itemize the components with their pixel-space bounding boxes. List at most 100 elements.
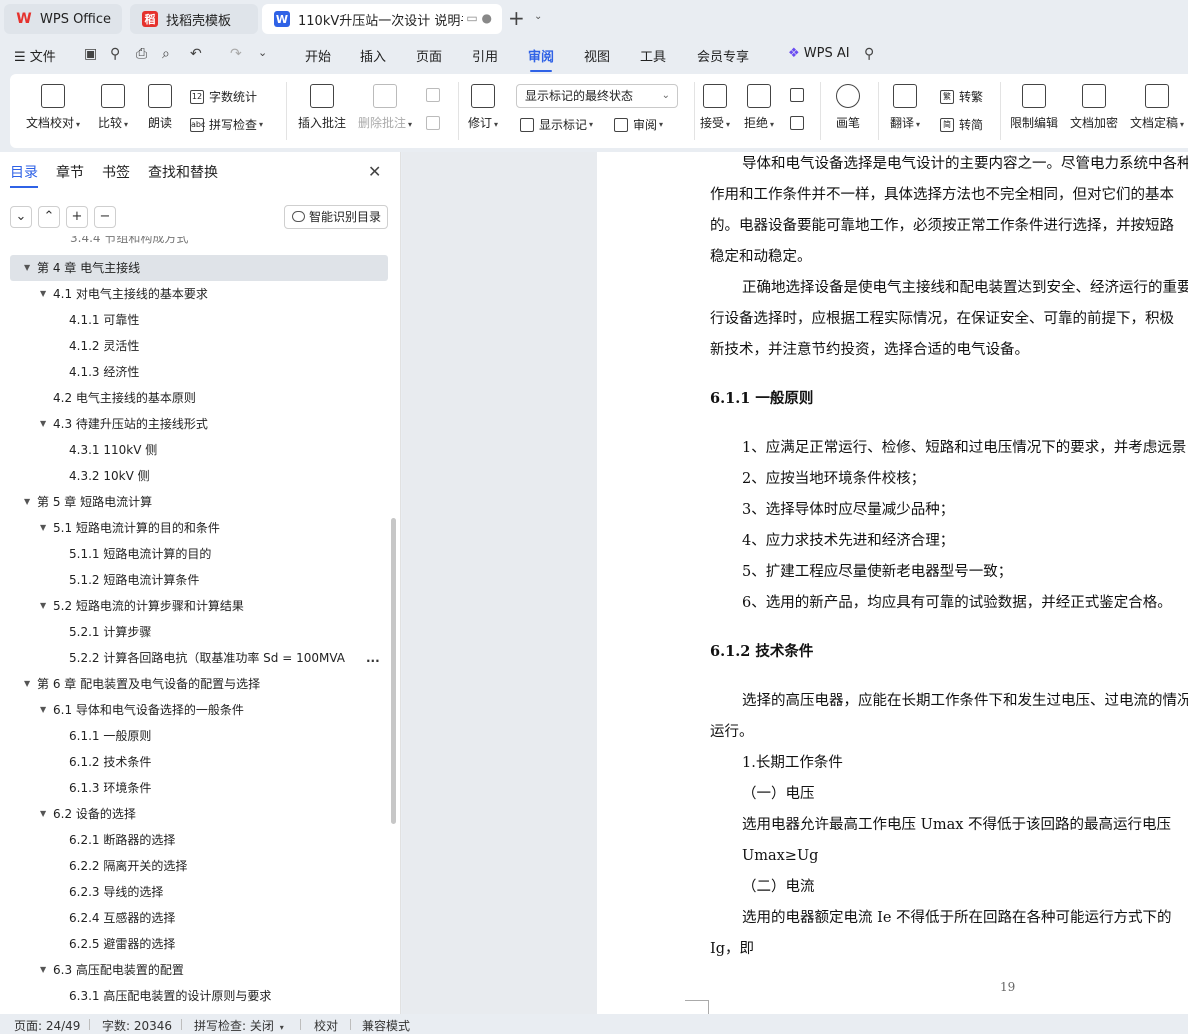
menu-view[interactable]: 视图 bbox=[584, 46, 610, 65]
toc-item[interactable]: ▼ 4.1 对电气主接线的基本要求 bbox=[0, 281, 400, 307]
compare-button[interactable]: 比较 ▾ bbox=[98, 74, 128, 131]
toc-item[interactable]: 6.2.4 互感器的选择 bbox=[0, 905, 400, 931]
spell-check-indicator[interactable]: 拼写检查: 关闭 ▾ bbox=[194, 1017, 284, 1034]
page-indicator[interactable]: 页面: 24/49 bbox=[14, 1017, 80, 1034]
toc-item[interactable]: 6.2.3 导线的选择 bbox=[0, 879, 400, 905]
spell-check-button[interactable]: abc 拼写检查 ▾ bbox=[190, 116, 263, 133]
tab-find-replace[interactable]: 查找和替换 bbox=[148, 162, 218, 182]
tab-docer-templates[interactable]: 稻 找稻壳模板 bbox=[130, 4, 258, 34]
toc-item[interactable]: 5.2.1 计算步骤 bbox=[0, 619, 400, 645]
chevron-down-icon[interactable]: ⌄ bbox=[534, 11, 542, 22]
print-preview-icon[interactable]: ⌕ bbox=[162, 46, 170, 62]
close-icon[interactable]: ✕ bbox=[368, 162, 381, 181]
toc-item[interactable]: ▼ 6.1 导体和电气设备选择的一般条件 bbox=[0, 697, 400, 723]
show-markup-button[interactable]: 显示标记 ▾ bbox=[520, 116, 593, 133]
expand-triangle-icon[interactable]: ▼ bbox=[40, 957, 46, 983]
restrict-edit-button[interactable]: 限制编辑 bbox=[1010, 74, 1058, 131]
expand-triangle-icon[interactable]: ▼ bbox=[24, 255, 30, 281]
nav-scrollbar[interactable] bbox=[391, 518, 396, 824]
tab-sections[interactable]: 章节 bbox=[56, 162, 84, 182]
reject-button[interactable]: 拒绝 ▾ bbox=[744, 74, 774, 131]
word-count-button[interactable]: 12 字数统计 bbox=[190, 88, 257, 105]
translate-button[interactable]: 翻译 ▾ bbox=[890, 74, 920, 131]
markup-state-dropdown[interactable]: 显示标记的最终状态 ⌄ bbox=[516, 84, 678, 108]
next-change-icon[interactable] bbox=[790, 116, 809, 130]
tab-toc[interactable]: 目录 bbox=[10, 162, 38, 188]
search-icon[interactable]: ⚲ bbox=[864, 46, 874, 62]
toc-item[interactable]: 4.2 电气主接线的基本原则 bbox=[0, 385, 400, 411]
expand-triangle-icon[interactable]: ▼ bbox=[40, 697, 46, 723]
to-traditional-button[interactable]: 繁转繁 bbox=[940, 88, 983, 105]
toc-item[interactable]: 6.1.1 一般原则 bbox=[0, 723, 400, 749]
share-icon[interactable]: ⚲ bbox=[110, 46, 120, 62]
save-icon[interactable]: ▣ bbox=[84, 46, 97, 62]
toc-item[interactable]: 4.1.3 经济性 bbox=[0, 359, 400, 385]
menu-tools[interactable]: 工具 bbox=[640, 46, 666, 65]
review-pane-button[interactable]: 审阅 ▾ bbox=[614, 116, 663, 133]
add-heading-icon[interactable]: + bbox=[66, 206, 88, 228]
toc-item[interactable]: ▼ 第 5 章 短路电流计算 bbox=[0, 489, 400, 515]
toc-item[interactable]: ▼ 5.2 短路电流的计算步骤和计算结果 bbox=[0, 593, 400, 619]
toc-item[interactable]: ▼ 4.3 待建升压站的主接线形式 bbox=[0, 411, 400, 437]
tab-bookmarks[interactable]: 书签 bbox=[102, 162, 130, 182]
toc-item[interactable]: 4.1.1 可靠性 bbox=[0, 307, 400, 333]
pen-button[interactable]: 画笔 bbox=[836, 74, 860, 131]
doc-check-button[interactable]: 文档校对 ▾ bbox=[26, 74, 80, 131]
word-count-indicator[interactable]: 字数: 20346 bbox=[102, 1017, 172, 1034]
collapse-up-icon[interactable]: ⌃ bbox=[38, 206, 60, 228]
accept-button[interactable]: 接受 ▾ bbox=[700, 74, 730, 131]
redo-icon[interactable]: ↷ bbox=[230, 46, 242, 62]
finalize-button[interactable]: 文档定稿 ▾ bbox=[1130, 74, 1184, 131]
toc-item[interactable]: 4.3.1 110kV 侧 bbox=[0, 437, 400, 463]
smart-toc-button[interactable]: 智能识别目录 bbox=[284, 205, 388, 229]
document-page[interactable]: 导体和电气设备选择是电气设计的主要内容之一。尽管电力系统中各种 作用和工作条件并不… bbox=[597, 152, 1188, 1014]
toc-item[interactable]: 5.1.2 短路电流计算条件 bbox=[0, 567, 400, 593]
toc-item[interactable]: 5.2.2 计算各回路电抗（取基准功率 Sd = 100MVA... bbox=[0, 645, 400, 671]
file-menu[interactable]: ☰ 文件 bbox=[14, 46, 56, 65]
insert-comment-button[interactable]: 插入批注 bbox=[298, 74, 346, 131]
delete-comment-button[interactable]: 删除批注 ▾ bbox=[358, 74, 412, 131]
wps-ai-button[interactable]: ❖ WPS AI bbox=[788, 46, 850, 61]
toc-item[interactable]: ▼ 5.1 短路电流计算的目的和条件 bbox=[0, 515, 400, 541]
tab-current-document[interactable]: W 110kV升压站一次设计 说明书 ▭ ● bbox=[262, 4, 502, 34]
toc-item[interactable]: 6.1.3 环境条件 bbox=[0, 775, 400, 801]
expand-triangle-icon[interactable]: ▼ bbox=[40, 515, 46, 541]
expand-triangle-icon[interactable]: ▼ bbox=[40, 411, 46, 437]
menu-insert[interactable]: 插入 bbox=[360, 46, 386, 65]
expand-triangle-icon[interactable]: ▼ bbox=[40, 281, 46, 307]
track-changes-button[interactable]: 修订 ▾ bbox=[468, 74, 498, 131]
toc-item[interactable]: 6.1.2 技术条件 bbox=[0, 749, 400, 775]
prev-change-icon[interactable] bbox=[790, 88, 809, 102]
toc-item[interactable]: 6.2.1 断路器的选择 bbox=[0, 827, 400, 853]
expand-triangle-icon[interactable]: ▼ bbox=[24, 671, 30, 697]
proofread-indicator[interactable]: 校对 bbox=[314, 1017, 338, 1034]
read-aloud-button[interactable]: 朗读 bbox=[148, 74, 172, 131]
menu-membership[interactable]: 会员专享 bbox=[697, 46, 749, 65]
chevron-down-icon[interactable]: ⌄ bbox=[258, 46, 267, 59]
expand-triangle-icon[interactable]: ▼ bbox=[40, 593, 46, 619]
prev-comment-icon[interactable] bbox=[426, 88, 445, 102]
toc-item[interactable]: 6.2.2 隔离开关的选择 bbox=[0, 853, 400, 879]
encrypt-button[interactable]: 文档加密 bbox=[1070, 74, 1118, 131]
toc-item[interactable]: ▼ 第 4 章 电气主接线 bbox=[10, 255, 388, 281]
toc-item[interactable]: 6.2.5 避雷器的选择 bbox=[0, 931, 400, 957]
toc-item[interactable]: ▼ 6.2 设备的选择 bbox=[0, 801, 400, 827]
menu-reference[interactable]: 引用 bbox=[472, 46, 498, 65]
expand-triangle-icon[interactable]: ▼ bbox=[40, 801, 46, 827]
toc-item[interactable]: 4.1.2 灵活性 bbox=[0, 333, 400, 359]
toc-item[interactable]: 6.3.1 高压配电装置的设计原则与要求 bbox=[0, 983, 400, 1009]
to-simplified-button[interactable]: 简转简 bbox=[940, 116, 983, 133]
print-icon[interactable]: ⎙ bbox=[136, 46, 147, 62]
next-comment-icon[interactable] bbox=[426, 116, 445, 130]
toc-item[interactable]: ▼ 第 6 章 配电装置及电气设备的配置与选择 bbox=[0, 671, 400, 697]
toc-item[interactable]: 4.3.2 10kV 侧 bbox=[0, 463, 400, 489]
menu-start[interactable]: 开始 bbox=[305, 46, 331, 65]
expand-triangle-icon[interactable]: ▼ bbox=[24, 489, 30, 515]
new-tab-icon[interactable]: + bbox=[508, 7, 525, 29]
menu-page[interactable]: 页面 bbox=[416, 46, 442, 65]
toc-item[interactable]: 5.1.1 短路电流计算的目的 bbox=[0, 541, 400, 567]
tab-wps-office[interactable]: W WPS Office bbox=[4, 4, 122, 34]
toc-item[interactable]: ▼ 6.3 高压配电装置的配置 bbox=[0, 957, 400, 983]
menu-review[interactable]: 审阅 bbox=[528, 46, 554, 72]
undo-icon[interactable]: ↶ bbox=[190, 46, 202, 62]
